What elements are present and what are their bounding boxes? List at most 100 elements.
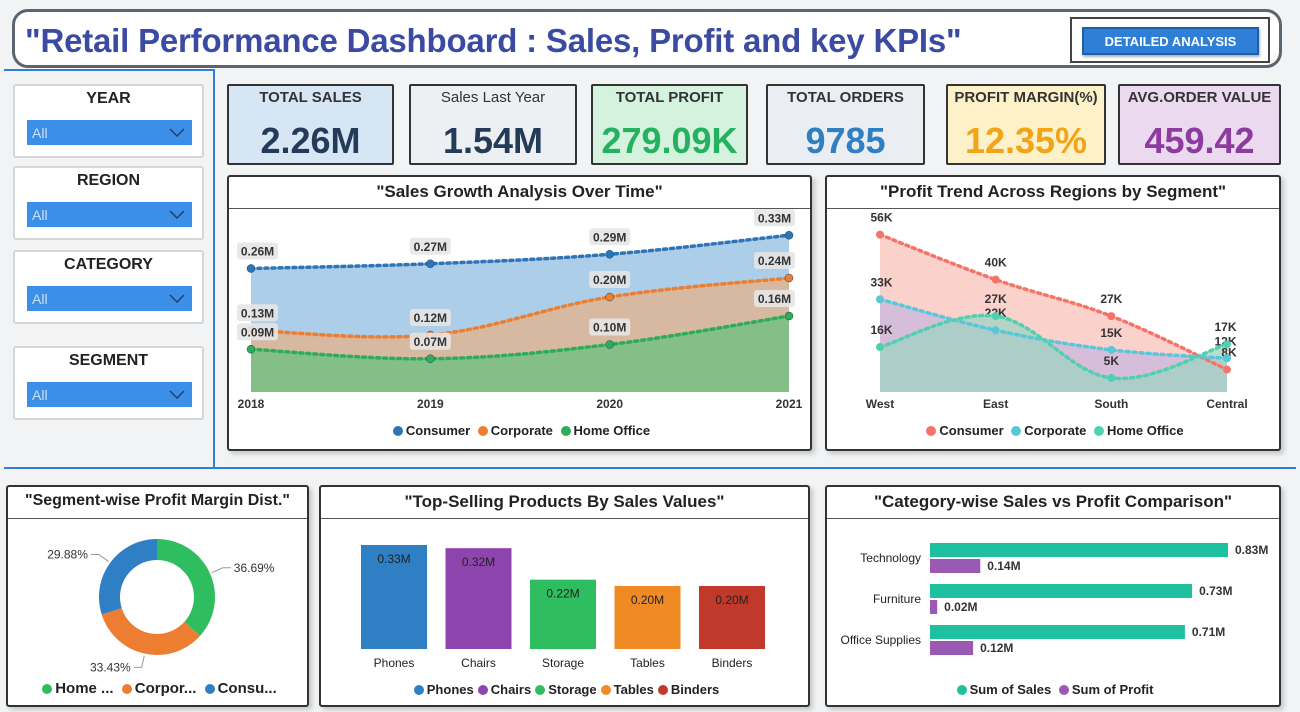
- bar: [930, 641, 974, 655]
- data-label: 0.12M: [409, 309, 451, 326]
- x-tick-label: Chairs: [461, 656, 496, 670]
- slicer-year: YEAR All: [13, 84, 204, 158]
- data-point: [876, 295, 884, 304]
- legend-label: Sum of Sales: [969, 682, 1052, 697]
- data-point: [246, 264, 256, 273]
- sales-growth-panel: "Sales Growth Analysis Over Time" 0.26M 0…: [227, 175, 812, 451]
- x-tick-label: 2021: [776, 397, 803, 411]
- bar: [930, 625, 1185, 639]
- legend-dot: [1011, 426, 1022, 436]
- x-tick-label: 2020: [596, 397, 623, 411]
- legend-dot: [42, 684, 53, 694]
- data-label: 0.27M: [409, 237, 451, 255]
- data-label-text: 0.26M: [241, 245, 274, 259]
- kpi-value: 459.42: [1144, 120, 1255, 161]
- kpi-value: 2.26M: [260, 120, 361, 161]
- chart-title: "Sales Growth Analysis Over Time": [376, 182, 663, 201]
- data-point: [1223, 365, 1231, 374]
- chart-legend: Consumer Corporate Home Office: [229, 423, 810, 438]
- data-label-text: 0.09M: [241, 325, 274, 339]
- slice-label: 33.43%: [90, 660, 131, 674]
- data-point: [246, 345, 256, 354]
- slicer-category: CATEGORY All: [13, 250, 204, 324]
- data-point: [991, 326, 1000, 335]
- legend-label: Home Office: [1107, 423, 1184, 438]
- kpi-label: TOTAL PROFIT: [615, 89, 724, 106]
- data-label: 0.29M: [589, 228, 631, 246]
- data-point: [605, 292, 614, 302]
- data-label: 56K: [870, 211, 892, 225]
- x-tick-label: West: [866, 397, 894, 411]
- slicer-segment: SEGMENT All: [13, 346, 204, 420]
- data-label: 0.10M: [589, 318, 631, 336]
- chart-legend: Home ... Corpor... Consu...: [8, 680, 307, 697]
- kpi-total-orders: TOTAL ORDERS 9785: [766, 84, 925, 165]
- leader-line: [211, 567, 231, 574]
- x-tick-label: East: [983, 397, 1008, 411]
- legend-dot: [477, 426, 488, 436]
- dropdown-value: All: [32, 124, 48, 141]
- kpi-value: 12.35%: [964, 120, 1088, 161]
- chart-legend: Phones Chairs Storage Tables Binders: [321, 682, 808, 697]
- legend-dot: [1058, 685, 1069, 695]
- bar-value-label: 0.73M: [1199, 584, 1232, 598]
- bar-value-label: 0.71M: [1192, 625, 1225, 639]
- data-label-text: 27K: [1100, 292, 1122, 306]
- category-dropdown[interactable]: All: [27, 286, 192, 311]
- kpi-label: TOTAL SALES: [259, 89, 362, 106]
- data-label-text: 33K: [870, 275, 892, 289]
- legend-label: Corporate: [490, 423, 553, 438]
- data-label: 0.09M: [237, 323, 278, 341]
- segment-donut-chart: 36.69% 33.43% 29.88%: [47, 539, 275, 674]
- data-point: [784, 273, 794, 283]
- data-label: 0.26M: [237, 242, 278, 260]
- top-products-chart: 0.33M Phones 0.32M Chairs 0.22M Storage 0.20M T…: [361, 545, 765, 670]
- data-label-text: 0.27M: [414, 240, 447, 254]
- kpi-label: Sales Last Year: [440, 89, 546, 106]
- bar: [930, 543, 1228, 557]
- bar: [930, 559, 981, 573]
- top-products-panel: "Top-Selling Products By Sales Values" 0…: [319, 485, 810, 707]
- data-label: 27K: [985, 292, 1007, 306]
- legend-dot: [121, 684, 132, 694]
- slicer-label: REGION: [76, 172, 141, 189]
- bar-value-label: 0.20M: [715, 593, 748, 607]
- legend-dot: [600, 685, 611, 695]
- data-label: 40K: [985, 256, 1007, 270]
- legend-label: Binders: [670, 682, 720, 697]
- leader-line: [90, 553, 109, 562]
- kpi-sales-last-year: Sales Last Year 1.54M: [409, 84, 577, 165]
- data-point: [426, 354, 435, 363]
- chart-title: "Segment-wise Profit Margin Dist.": [25, 492, 290, 509]
- legend-dot: [560, 426, 571, 436]
- kpi-value: 279.09K: [601, 120, 738, 161]
- year-dropdown[interactable]: All: [27, 120, 192, 145]
- data-label-text: 0.07M: [414, 335, 447, 349]
- legend-label: Sum of Profit: [1071, 682, 1154, 697]
- data-point: [1223, 354, 1231, 363]
- detailed-analysis-button[interactable]: DETAILED ANALYSIS: [1082, 27, 1259, 55]
- legend-label: Consumer: [405, 423, 471, 438]
- kpi-label: AVG.ORDER VALUE: [1127, 89, 1272, 106]
- data-label: 33K: [870, 275, 892, 289]
- data-label: 0.20M: [589, 271, 631, 288]
- data-point: [876, 230, 884, 239]
- chevron-down-icon: [169, 210, 185, 220]
- x-tick-label: Binders: [712, 656, 753, 670]
- slicer-label: SEGMENT: [68, 352, 149, 369]
- profit-trend-panel: "Profit Trend Across Regions by Segment"…: [825, 175, 1281, 451]
- data-label: 15K: [1100, 326, 1122, 340]
- segment-dropdown[interactable]: All: [27, 382, 192, 407]
- legend-dot: [926, 426, 937, 436]
- dropdown-value: All: [32, 386, 48, 403]
- legend-label: Phones: [426, 682, 474, 697]
- chevron-down-icon: [169, 294, 185, 304]
- divider-vertical: [213, 69, 215, 469]
- slice-label: 29.88%: [47, 547, 88, 561]
- data-label: 17K: [1214, 320, 1236, 334]
- legend-dot: [204, 684, 215, 694]
- data-label-text: 17K: [1214, 320, 1236, 334]
- pie-slice: [157, 539, 215, 636]
- data-point: [784, 311, 794, 321]
- region-dropdown[interactable]: All: [27, 202, 192, 227]
